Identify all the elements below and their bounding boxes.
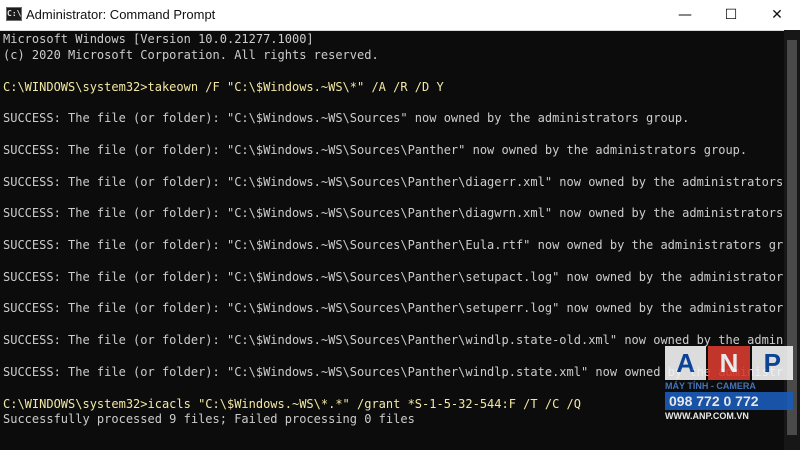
output-line: SUCCESS: The file (or folder): "C:\$Wind… bbox=[3, 301, 784, 316]
watermark-phone: 098 772 0 772 bbox=[665, 392, 793, 410]
window-title: Administrator: Command Prompt bbox=[26, 7, 216, 22]
title-bar[interactable]: C:\ Administrator: Command Prompt — ☐ ✕ bbox=[0, 0, 800, 31]
command-line: C:\WINDOWS\system32>takeown /F "C:\$Wind… bbox=[3, 79, 444, 94]
output-line: (c) 2020 Microsoft Corporation. All righ… bbox=[3, 47, 379, 62]
anp-watermark: A N P MÁY TÍNH - CAMERA 098 772 0 772 WW… bbox=[665, 346, 793, 438]
close-button[interactable]: ✕ bbox=[754, 0, 800, 30]
minimize-button[interactable]: — bbox=[662, 0, 708, 30]
watermark-tagline: MÁY TÍNH - CAMERA bbox=[665, 381, 756, 391]
maximize-button[interactable]: ☐ bbox=[708, 0, 754, 30]
command-prompt-icon: C:\ bbox=[6, 7, 22, 21]
output-line: Successfully processed 9 files; Failed p… bbox=[3, 412, 415, 427]
anp-logo: A N P bbox=[665, 346, 793, 380]
logo-letter-a: A bbox=[665, 346, 707, 380]
logo-letter-p: P bbox=[751, 346, 793, 380]
output-line: SUCCESS: The file (or folder): "C:\$Wind… bbox=[3, 206, 784, 221]
output-line: SUCCESS: The file (or folder): "C:\$Wind… bbox=[3, 174, 784, 189]
logo-letter-n: N bbox=[708, 346, 750, 380]
watermark-site: WWW.ANP.COM.VN bbox=[665, 411, 749, 421]
output-line: SUCCESS: The file (or folder): "C:\$Wind… bbox=[3, 111, 690, 126]
output-line: SUCCESS: The file (or folder): "C:\$Wind… bbox=[3, 269, 784, 284]
output-line: SUCCESS: The file (or folder): "C:\$Wind… bbox=[3, 238, 784, 253]
output-line: SUCCESS: The file (or folder): "C:\$Wind… bbox=[3, 142, 748, 157]
